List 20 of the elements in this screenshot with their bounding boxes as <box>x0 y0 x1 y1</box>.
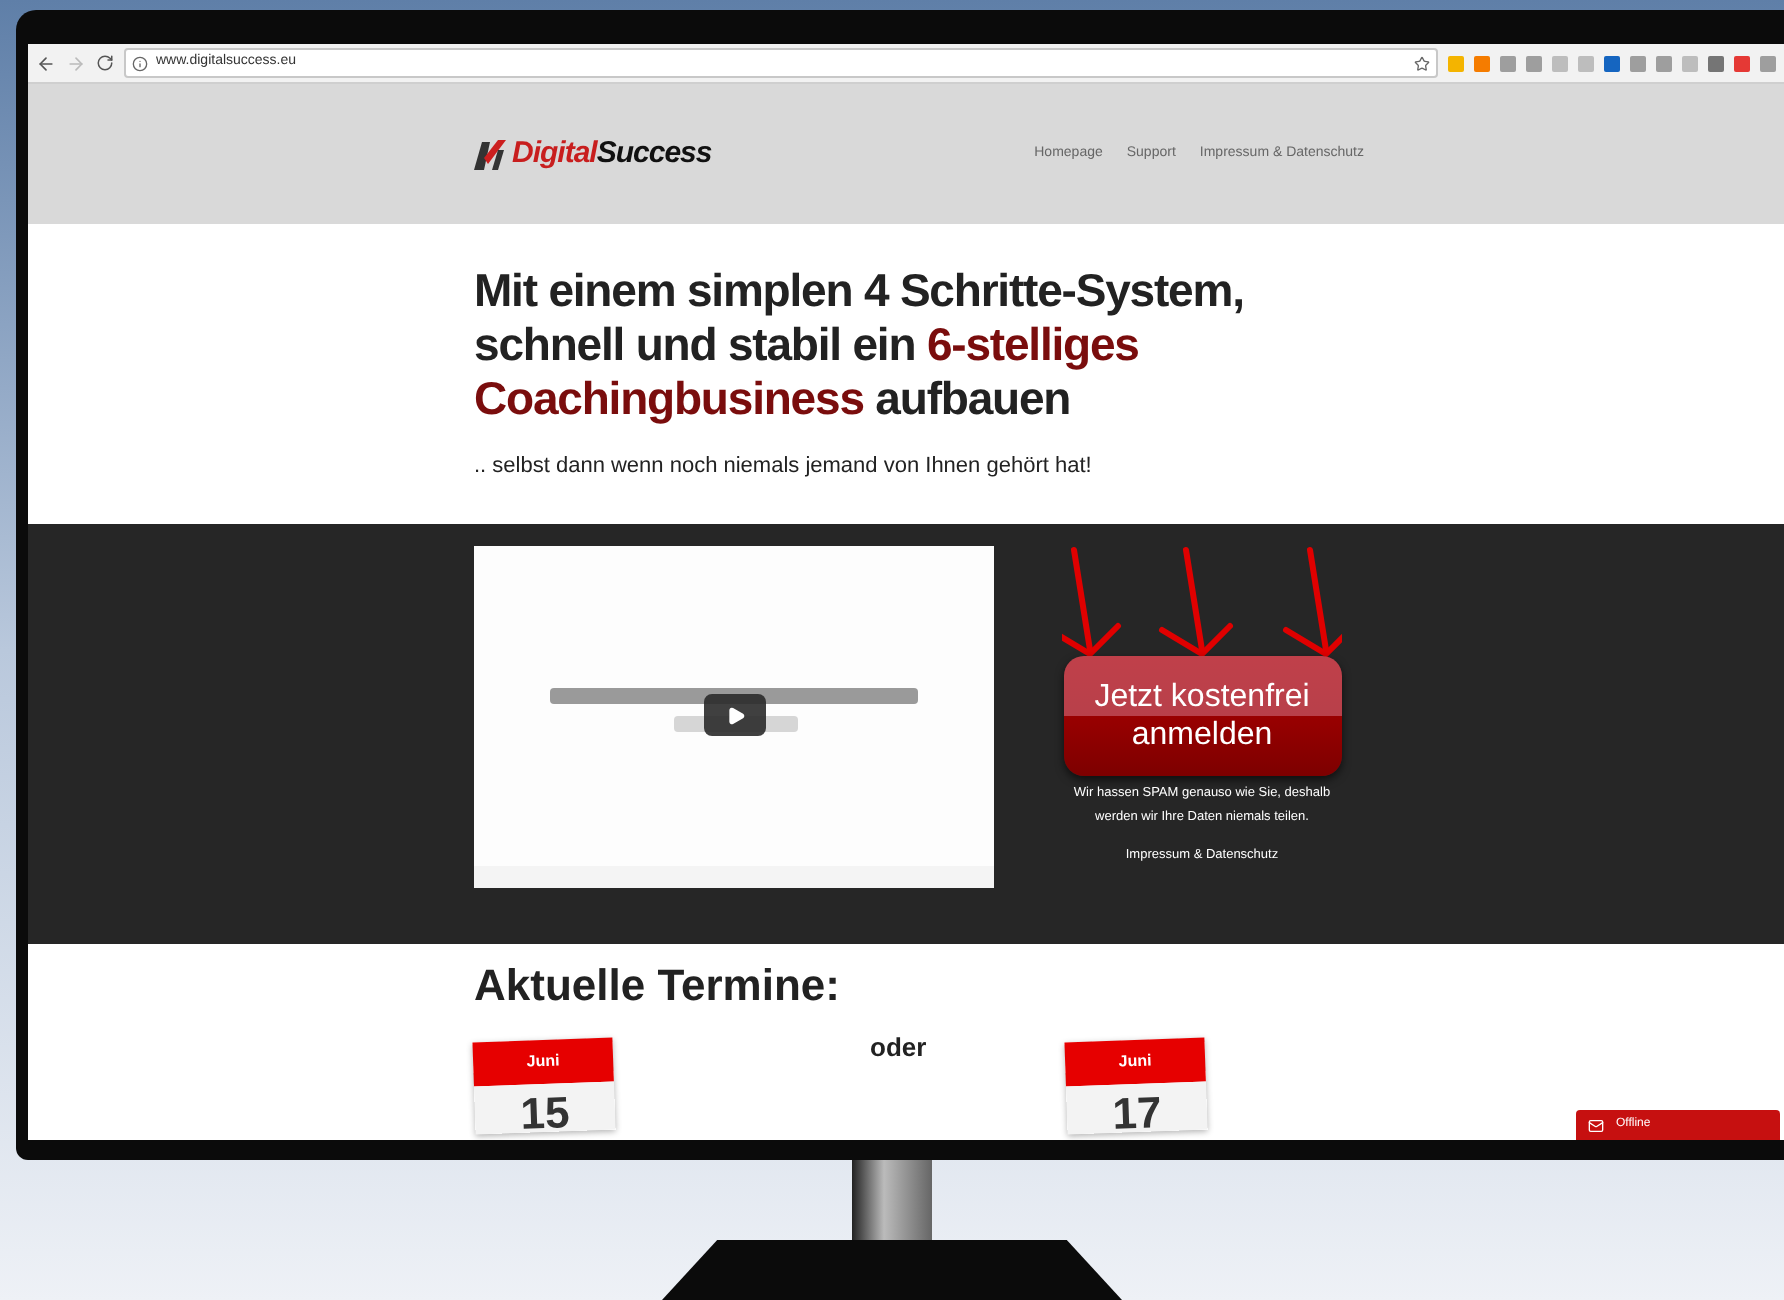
info-icon <box>132 55 148 71</box>
subline: .. selbst dann wenn noch niemals jemand von Ihnen gehört hat! <box>474 454 1094 480</box>
month-label: Juni <box>1064 1037 1207 1087</box>
back-icon[interactable] <box>36 53 56 73</box>
section-heading: Aktuelle Termine: <box>474 960 842 1012</box>
reload-icon[interactable] <box>96 54 114 72</box>
monitor-neck <box>852 1160 932 1240</box>
play-icon <box>725 705 745 725</box>
day-number: 17 <box>1066 1081 1208 1135</box>
logo-icon <box>472 138 508 170</box>
logo-text: DigitalSuccess <box>512 133 712 174</box>
forward-icon[interactable] <box>66 53 86 73</box>
play-button[interactable] <box>704 694 766 736</box>
day-number: 15 <box>473 1081 616 1135</box>
separator-text: oder <box>870 1030 927 1066</box>
signup-button[interactable]: Jetzt kostenfrei anmelden <box>1063 656 1341 776</box>
month-label: Juni <box>472 1037 614 1087</box>
headline: Mit einem simplen 4 Schritte-System, schnell und stabil ein 6-stelliges Coachingbusiness aufbauen <box>474 264 1244 426</box>
bookmark-star-icon[interactable] <box>1414 55 1430 71</box>
mail-icon <box>1588 1117 1604 1133</box>
